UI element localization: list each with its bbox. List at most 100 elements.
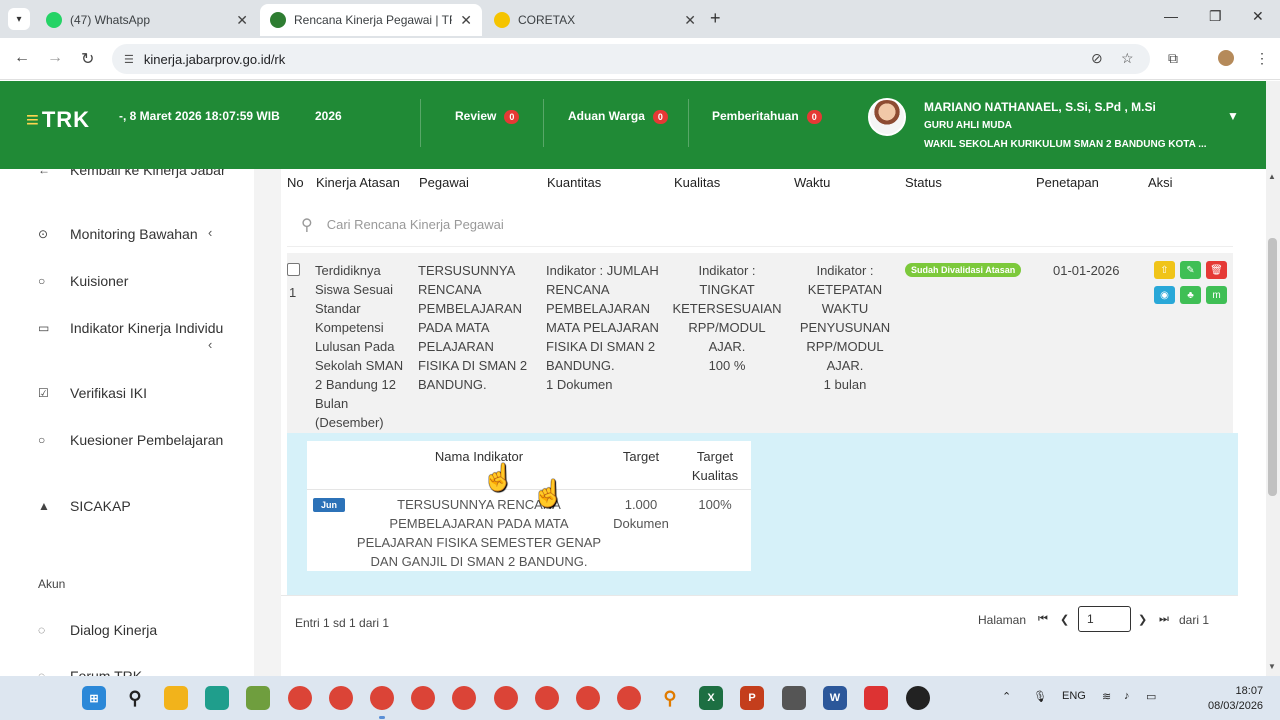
chrome-icon[interactable] [617, 686, 641, 710]
chrome-icon[interactable] [576, 686, 600, 710]
star-icon[interactable]: ☆ [1121, 50, 1134, 67]
scrollbar-thumb[interactable] [1268, 238, 1277, 496]
tab-title: (47) WhatsApp [70, 13, 151, 27]
user-menu-caret-icon[interactable]: ▼ [1227, 109, 1239, 123]
address-bar: ← → ↻ ☰ kinerja.jabarprov.go.id/rk ⊘ ☆ ⧉… [0, 38, 1280, 80]
aduan-warga-link[interactable]: Aduan Warga 0 [568, 109, 668, 124]
url-field[interactable]: ☰ kinerja.jabarprov.go.id/rk [112, 44, 1150, 74]
wifi-icon[interactable]: ≋ [1102, 690, 1111, 703]
review-count-badge: 0 [504, 109, 520, 124]
first-page-icon[interactable]: ⏮ [1038, 613, 1048, 626]
header-divider [543, 99, 544, 147]
sidebar-item-verifikasi[interactable]: ☑ Verifikasi IKI [38, 384, 238, 403]
system-clock[interactable]: 18:07 08/03/2026 [1208, 684, 1263, 714]
table-footer: Entri 1 sd 1 dari 1 Halaman ⏮ ❮ ❯ ⏭ dari… [281, 595, 1238, 676]
view-icon[interactable]: ◉ [1154, 286, 1175, 304]
aduan-label: Aduan Warga [568, 109, 645, 123]
battery-icon[interactable]: ▭ [1146, 690, 1156, 703]
last-page-icon[interactable]: ⏭ [1159, 613, 1169, 626]
tab-list-button[interactable]: ▾ [8, 8, 30, 30]
search-input[interactable] [326, 217, 927, 232]
github-icon[interactable] [906, 686, 930, 710]
chrome-icon[interactable] [494, 686, 518, 710]
col-pegawai: Pegawai [419, 175, 469, 190]
search-icon: ⚲ [301, 216, 313, 234]
excel-icon[interactable]: X [699, 686, 723, 710]
minimize-icon[interactable]: — [1164, 8, 1178, 24]
review-link[interactable]: Review 0 [455, 109, 520, 124]
sidebar-item-forum[interactable]: ◌ Forum TRK [38, 667, 238, 676]
header-datetime: -, 8 Maret 2026 18:07:59 WIB [119, 109, 280, 123]
checkbox-icon: ☑ [38, 386, 49, 400]
app-icon[interactable] [205, 686, 229, 710]
powerpoint-icon[interactable]: P [740, 686, 764, 710]
extensions-icon[interactable]: ⧉ [1168, 50, 1178, 67]
shirt-icon[interactable]: ♣ [1180, 286, 1201, 304]
language-indicator[interactable]: ENG [1062, 690, 1086, 702]
tab-whatsapp[interactable]: (47) WhatsApp ✕ [36, 4, 258, 36]
delete-icon[interactable]: 🗑 [1206, 261, 1227, 279]
next-page-icon[interactable]: ❯ [1138, 613, 1147, 626]
chrome-icon[interactable] [329, 686, 353, 710]
sidebar-item-label: Monitoring Bawahan [70, 226, 198, 242]
app-icon[interactable] [864, 686, 888, 710]
close-window-icon[interactable]: ✕ [1252, 8, 1264, 25]
row-checkbox[interactable] [287, 263, 300, 276]
volume-icon[interactable]: ♪ [1124, 690, 1130, 702]
back-icon[interactable]: ← [14, 49, 30, 67]
edit-icon[interactable]: ✎ [1180, 261, 1201, 279]
site-info-icon[interactable]: ☰ [124, 53, 134, 66]
tab-rencana-kinerja[interactable]: Rencana Kinerja Pegawai | TRK ✕ [260, 4, 482, 36]
tab-coretax[interactable]: CORETAX ✕ [484, 4, 706, 36]
chrome-icon[interactable] [535, 686, 559, 710]
windows-start-icon[interactable]: ⊞ [82, 686, 106, 710]
sidebar-item-kembali[interactable]: ← Kembali ke Kinerja Jabar [38, 169, 238, 180]
sidebar-section-akun: Akun [38, 577, 66, 591]
sidebar-item-kuesioner-pembelajaran[interactable]: ○ Kuesioner Pembelajaran [38, 431, 238, 450]
reload-icon[interactable]: ↻ [81, 49, 94, 69]
tray-chevron-up-icon[interactable]: ⌃ [1002, 690, 1011, 703]
url-text: kinerja.jabarprov.go.id/rk [143, 51, 286, 67]
scroll-up-icon[interactable]: ▲ [1268, 172, 1276, 181]
scroll-down-icon[interactable]: ▼ [1268, 662, 1276, 671]
microphone-icon[interactable]: 🎙 [1033, 690, 1047, 703]
menu-icon[interactable]: ⋮ [1255, 50, 1269, 67]
sidebar-item-dialog[interactable]: ◌ Dialog Kinerja [38, 621, 238, 640]
sidebar-item-sicakap[interactable]: ▲ SICAKAP [38, 497, 238, 516]
chat-icon: ○ [38, 274, 46, 288]
magnifier-app-icon[interactable]: ⚲ [658, 686, 682, 710]
eye-off-icon[interactable]: ⊘ [1091, 50, 1103, 67]
header-divider [688, 99, 689, 147]
sidebar-item-kuisioner[interactable]: ○ Kuisioner [38, 272, 238, 291]
word-icon[interactable]: W [823, 686, 847, 710]
sidebar-item-indikator[interactable]: ▭ Indikator Kinerja Individu ‹ [38, 319, 238, 352]
new-tab-icon[interactable]: + [710, 8, 721, 29]
notepad-icon[interactable] [246, 686, 270, 710]
close-icon[interactable]: ✕ [236, 12, 248, 29]
rss-app-icon[interactable] [782, 686, 806, 710]
chrome-icon[interactable] [452, 686, 476, 710]
trk-logo[interactable]: ≡TRK [26, 107, 90, 133]
sidebar-item-monitoring[interactable]: ⊙ Monitoring Bawahan ‹ [38, 225, 238, 244]
m-icon[interactable]: m [1206, 286, 1227, 304]
col-status: Status [905, 175, 942, 190]
active-indicator [379, 716, 385, 719]
prev-page-icon[interactable]: ❮ [1060, 613, 1069, 626]
user-avatar[interactable] [868, 98, 906, 136]
detail-table: Nama Indikator Target Target Kualitas Ju… [307, 441, 751, 571]
upload-icon[interactable]: ⇧ [1154, 261, 1175, 279]
file-explorer-icon[interactable] [164, 686, 188, 710]
profile-avatar[interactable] [1218, 50, 1234, 66]
forward-icon[interactable]: → [47, 49, 63, 67]
close-icon[interactable]: ✕ [460, 12, 472, 29]
pemberitahuan-link[interactable]: Pemberitahuan 0 [712, 109, 822, 124]
close-icon[interactable]: ✕ [684, 12, 696, 29]
sidebar-item-label: Verifikasi IKI [70, 385, 148, 401]
search-icon[interactable]: ⚲ [123, 686, 147, 710]
chrome-icon[interactable] [288, 686, 312, 710]
restore-icon[interactable]: ❐ [1209, 8, 1222, 25]
page-input[interactable] [1078, 606, 1131, 632]
month-badge: Jun [313, 498, 346, 512]
chrome-icon[interactable] [411, 686, 435, 710]
chrome-icon[interactable] [370, 686, 394, 710]
